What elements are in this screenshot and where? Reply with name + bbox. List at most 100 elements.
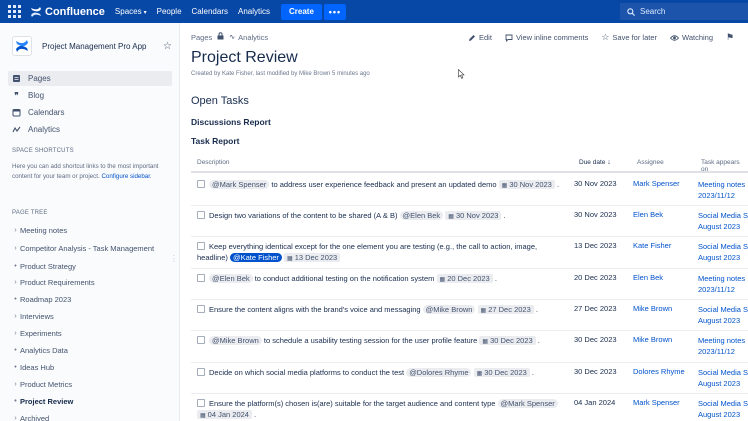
sidebar-item-calendars[interactable]: Calendars bbox=[8, 105, 172, 120]
assignee-link[interactable]: Elen Bek bbox=[633, 273, 663, 282]
date-lozenge[interactable]: ▦ 30 Dec 2023 bbox=[479, 336, 536, 345]
tree-item-label: Roadmap 2023 bbox=[20, 294, 72, 304]
save-for-later-button[interactable]: ☆ Save for later bbox=[601, 32, 657, 43]
sidebar-item-label: Calendars bbox=[28, 108, 65, 117]
edit-button[interactable]: Edit bbox=[468, 33, 492, 42]
assignee-link[interactable]: Kate Fisher bbox=[633, 241, 671, 250]
view-inline-comments-button[interactable]: View inline comments bbox=[505, 33, 588, 42]
user-mention[interactable]: @Dolores Rhyme bbox=[406, 368, 472, 377]
nav-people[interactable]: People bbox=[157, 7, 182, 16]
task-source-link[interactable]: Meeting notes 2023/11/12 bbox=[698, 335, 748, 357]
tree-item[interactable]: › Experiments bbox=[12, 327, 172, 339]
tree-item[interactable]: • Roadmap 2023 bbox=[12, 293, 172, 305]
view-comments-label: View inline comments bbox=[515, 33, 589, 42]
tree-item[interactable]: › Interviews bbox=[12, 310, 172, 322]
task-source-link[interactable]: Social Media S August 2023 bbox=[698, 241, 748, 263]
task-source-link[interactable]: Social Media S August 2023 bbox=[698, 398, 748, 420]
user-mention[interactable]: @Kate Fisher bbox=[229, 253, 282, 262]
sidebar-item-blog[interactable]: ❞ Blog bbox=[8, 88, 172, 103]
configure-sidebar-link[interactable]: Configure sidebar. bbox=[101, 173, 151, 180]
task-checkbox[interactable] bbox=[197, 368, 205, 376]
date-text: 30 Nov 2023 bbox=[509, 180, 552, 189]
calendar-icon: ▦ bbox=[501, 183, 508, 189]
tree-item[interactable]: › Archived bbox=[12, 412, 172, 421]
chevron-right-icon[interactable]: › bbox=[12, 227, 19, 234]
app-switcher-icon[interactable] bbox=[8, 4, 22, 19]
chevron-right-icon[interactable]: › bbox=[12, 279, 19, 286]
tree-item[interactable]: › Meeting notes bbox=[12, 224, 172, 236]
task-checkbox[interactable] bbox=[197, 336, 205, 344]
sidebar-item-analytics[interactable]: Analytics bbox=[8, 122, 172, 137]
chevron-right-icon[interactable]: › bbox=[12, 313, 19, 320]
assignee-link[interactable]: Elen Bek bbox=[633, 210, 663, 219]
confluence-logo[interactable]: Confluence bbox=[30, 6, 105, 18]
chevron-right-icon[interactable]: › bbox=[12, 415, 19, 421]
tree-item[interactable]: › Product Metrics bbox=[12, 378, 172, 390]
sidebar-item-pages[interactable]: Pages bbox=[8, 71, 172, 86]
nav-calendars[interactable]: Calendars bbox=[192, 7, 228, 16]
task-checkbox[interactable] bbox=[197, 305, 205, 313]
tree-item-label: Competitor Analysis - Task Management bbox=[20, 243, 155, 253]
nav-spaces-label: Spaces bbox=[114, 7, 142, 16]
sidebar-resize-handle[interactable]: ⋮ bbox=[170, 254, 178, 263]
task-description: Ensure the content aligns with the brand… bbox=[197, 304, 567, 317]
date-lozenge[interactable]: ▦ 20 Dec 2023 bbox=[436, 274, 493, 283]
assignee-link[interactable]: Dolores Rhyme bbox=[633, 367, 685, 376]
date-lozenge[interactable]: ▦ 30 Dec 2023 bbox=[473, 368, 530, 377]
column-description[interactable]: Description bbox=[197, 159, 230, 166]
task-checkbox[interactable] bbox=[197, 180, 205, 188]
create-more-button[interactable]: ••• bbox=[323, 3, 346, 20]
chevron-right-icon[interactable]: › bbox=[12, 330, 19, 337]
create-button[interactable]: Create bbox=[281, 3, 322, 20]
assignee-link[interactable]: Mark Spenser bbox=[633, 398, 680, 407]
task-source-link[interactable]: Meeting notes 2023/11/12 bbox=[698, 273, 748, 295]
date-lozenge[interactable]: ▦ 30 Nov 2023 bbox=[498, 180, 555, 189]
task-checkbox[interactable] bbox=[197, 211, 205, 219]
task-source-link[interactable]: Social Media S August 2023 bbox=[698, 210, 748, 232]
tree-item[interactable]: › Competitor Analysis - Task Management bbox=[12, 242, 172, 254]
user-mention[interactable]: @Elen Bek bbox=[209, 274, 253, 283]
space-avatar[interactable] bbox=[12, 36, 32, 56]
breadcrumb-pages[interactable]: Pages bbox=[191, 33, 212, 42]
task-source-link[interactable]: Meeting notes 2023/11/12 bbox=[698, 179, 748, 201]
user-mention[interactable]: @Mark Spenser bbox=[209, 180, 270, 189]
column-task-appears-on[interactable]: Task appears on bbox=[701, 159, 748, 173]
column-due-date[interactable]: Due date ↓ bbox=[579, 159, 611, 166]
user-mention[interactable]: @Mike Brown bbox=[209, 336, 262, 345]
tree-item[interactable]: • Product Strategy bbox=[12, 260, 172, 272]
tree-item[interactable]: • Ideas Hub bbox=[12, 361, 172, 373]
nav-analytics[interactable]: Analytics bbox=[238, 7, 270, 16]
assignee-link[interactable]: Mike Brown bbox=[633, 335, 672, 344]
task-checkbox[interactable] bbox=[197, 242, 205, 250]
tree-item[interactable]: • Analytics Data bbox=[12, 344, 172, 356]
chevron-right-icon[interactable]: › bbox=[12, 245, 19, 252]
task-source-link[interactable]: Social Media S August 2023 bbox=[698, 367, 748, 389]
tree-item[interactable]: › Product Requirements bbox=[12, 276, 172, 288]
user-mention[interactable]: @Mark Spenser bbox=[497, 399, 558, 408]
assignee-link[interactable]: Mark Spenser bbox=[633, 179, 680, 188]
share-icon[interactable]: ⚑ bbox=[726, 32, 734, 43]
breadcrumb-analytics[interactable]: Analytics bbox=[238, 33, 268, 42]
column-assignee[interactable]: Assignee bbox=[637, 159, 664, 166]
user-mention[interactable]: @Elen Bek bbox=[399, 211, 444, 220]
date-lozenge[interactable]: ▦ 27 Dec 2023 bbox=[477, 305, 534, 314]
tree-item[interactable]: • Project Review bbox=[12, 395, 172, 407]
task-text: to schedule a usability testing session … bbox=[261, 336, 480, 345]
date-lozenge[interactable]: ▦ 30 Nov 2023 bbox=[445, 211, 502, 220]
watching-button[interactable]: Watching bbox=[670, 33, 713, 42]
assignee-link[interactable]: Mike Brown bbox=[633, 304, 672, 313]
star-icon[interactable]: ☆ bbox=[163, 41, 172, 52]
task-checkbox[interactable] bbox=[197, 274, 205, 282]
pencil-icon bbox=[469, 34, 475, 41]
nav-spaces[interactable]: Spaces ▾ bbox=[115, 7, 147, 16]
space-name[interactable]: Project Management Pro App bbox=[42, 42, 163, 51]
task-source-link[interactable]: Social Media S August 2023 bbox=[698, 304, 748, 326]
chevron-right-icon[interactable]: › bbox=[12, 381, 19, 388]
task-checkbox[interactable] bbox=[197, 399, 205, 407]
task-text: . bbox=[533, 305, 538, 314]
table-row: Keep everything identical except for the… bbox=[191, 237, 748, 269]
date-lozenge[interactable]: ▦ 04 Jan 2024 bbox=[197, 410, 252, 419]
search-input[interactable]: Search bbox=[620, 3, 748, 20]
date-lozenge[interactable]: ▦ 13 Dec 2023 bbox=[284, 253, 341, 262]
user-mention[interactable]: @Mike Brown bbox=[422, 305, 476, 314]
